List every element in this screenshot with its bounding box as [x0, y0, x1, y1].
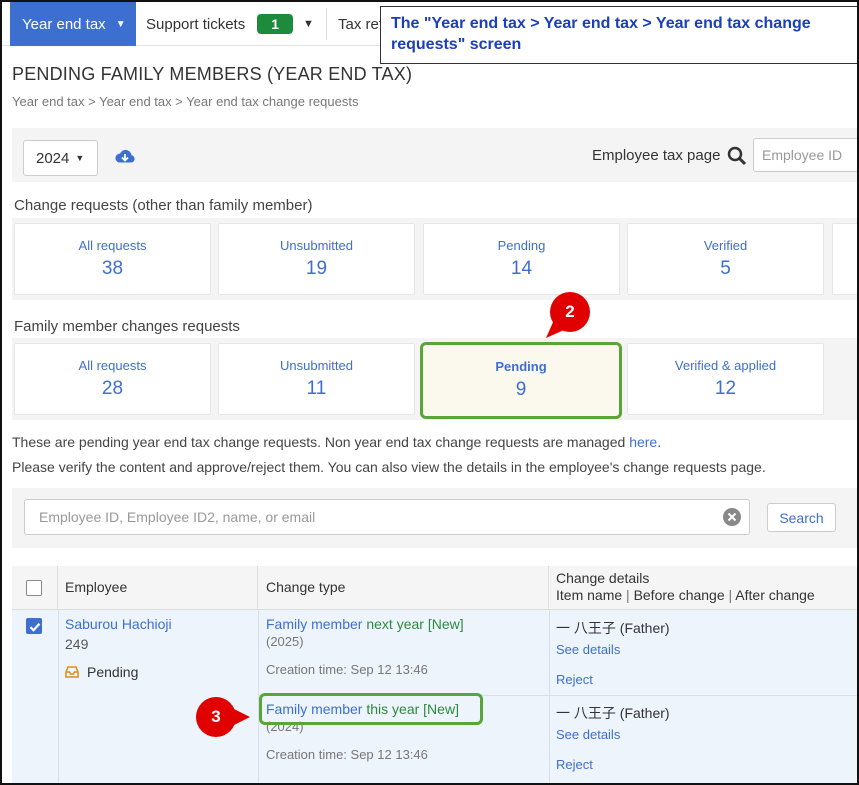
header-after-change: After change: [735, 587, 815, 603]
creation-time-2: Creation time: Sep 12 13:46: [266, 747, 428, 762]
highlight-box-change-type-2: [259, 693, 483, 725]
nav-support-label: Support tickets: [146, 15, 246, 33]
support-count-badge: 1: [257, 14, 294, 34]
card-label: Pending: [497, 238, 546, 253]
creation-time-1: Creation time: Sep 12 13:46: [266, 662, 428, 677]
inbox-icon: [65, 666, 79, 678]
header-change-type: Change type: [258, 566, 549, 610]
caret-down-icon: ▼: [75, 153, 85, 163]
card-label: Pending: [495, 359, 547, 374]
nav-tax-returns[interactable]: Tax ret: [338, 2, 383, 46]
page-title: PENDING FAMILY MEMBERS (YEAR END TAX): [12, 64, 413, 84]
breadcrumb: Year end tax > Year end tax > Year end t…: [12, 94, 359, 109]
nav-year-end-tax[interactable]: Year end tax ▼: [10, 2, 136, 46]
caret-down-icon[interactable]: ▼: [303, 18, 314, 30]
family-card-all[interactable]: All requests 28: [14, 343, 211, 415]
card-count: 38: [101, 258, 124, 279]
year-select-value: 2024: [36, 149, 70, 167]
detail-item-2: 一 八王子 (Father): [556, 703, 670, 723]
change-type-1-b: next year: [366, 616, 424, 632]
family-card-unsubmitted[interactable]: Unsubmitted 11: [218, 343, 415, 415]
year-select[interactable]: 2024 ▼: [23, 140, 98, 176]
change-requests-label: Change requests (other than family membe…: [14, 197, 313, 214]
header-details-line1: Change details: [556, 570, 650, 586]
header-select-cell: [12, 566, 58, 610]
header-item-name: Item name: [556, 587, 623, 603]
nav-support-tickets[interactable]: Support tickets 1 ▼: [146, 2, 314, 46]
header-change-details: Change details Item name | Before change…: [549, 566, 857, 610]
employee-status: Pending: [87, 664, 139, 680]
card-label: Verified & applied: [674, 358, 777, 373]
card-count: 14: [510, 258, 533, 279]
card-label: All requests: [78, 238, 147, 253]
reject-link-1[interactable]: Reject: [556, 672, 593, 687]
change-type-1-a: Family member: [266, 616, 363, 632]
cloud-download-icon[interactable]: [114, 148, 136, 166]
header-separator: |: [626, 587, 630, 603]
card-label: All requests: [78, 358, 147, 373]
see-details-link-2[interactable]: See details: [556, 727, 620, 742]
family-requests-label: Family member changes requests: [14, 318, 240, 335]
change-card-pending[interactable]: Pending 14: [423, 223, 620, 295]
header-employee-label: Employee: [65, 579, 128, 595]
header-change-type-label: Change type: [266, 579, 346, 595]
card-count: 12: [714, 378, 737, 399]
card-label: Unsubmitted: [280, 358, 353, 373]
card-count: 11: [306, 378, 327, 399]
caret-down-icon: ▼: [115, 18, 126, 30]
change-card-partial[interactable]: [832, 223, 857, 295]
clear-icon[interactable]: [722, 507, 742, 527]
card-count: 9: [515, 379, 527, 400]
search-button[interactable]: Search: [767, 503, 836, 532]
info-line-1: These are pending year end tax change re…: [12, 434, 661, 450]
change-card-unsubmitted[interactable]: Unsubmitted 19: [218, 223, 415, 295]
change-type-1-tag: [New]: [427, 616, 464, 632]
here-link[interactable]: here: [629, 434, 657, 450]
employee-id-input[interactable]: [753, 138, 857, 172]
employee-tax-page-label: Employee tax page: [592, 147, 721, 164]
family-card-pending[interactable]: Pending 9: [420, 342, 622, 419]
nav-tax-label: Tax ret: [338, 15, 384, 33]
info-line-1-text: These are pending year end tax change re…: [12, 434, 630, 450]
info-line-1-suffix: .: [657, 434, 662, 450]
card-count: 19: [305, 258, 328, 279]
annotation-callout: The "Year end tax > Year end tax > Year …: [380, 6, 857, 64]
nav-year-end-tax-label: Year end tax: [22, 15, 106, 33]
marker-2: 2: [565, 302, 575, 321]
search-input[interactable]: [24, 499, 750, 535]
header-employee: Employee: [58, 566, 258, 610]
change-year-1: (2025): [266, 634, 304, 649]
detail-item-1-name: 一 八王子: [556, 620, 616, 636]
search-icon[interactable]: [727, 146, 747, 166]
info-line-2: Please verify the content and approve/re…: [12, 459, 766, 475]
screen-frame: Year end tax ▼ Support tickets 1 ▼ Tax r…: [0, 0, 859, 785]
change-card-verified[interactable]: Verified 5: [627, 223, 824, 295]
nav-divider: [326, 8, 327, 40]
header-separator: |: [728, 587, 733, 603]
marker-3: 3: [211, 707, 221, 726]
detail-item-2-name: 一 八王子: [556, 705, 616, 721]
see-details-link-1[interactable]: See details: [556, 642, 620, 657]
check-icon: [29, 622, 41, 632]
select-all-checkbox[interactable]: [26, 580, 42, 596]
change-type-1[interactable]: Family member next year [New]: [266, 616, 464, 632]
card-count: 5: [720, 258, 731, 279]
row-checkbox[interactable]: [26, 618, 42, 634]
card-label: Unsubmitted: [280, 238, 353, 253]
requests-table: Employee Change type Change details Item…: [12, 566, 857, 783]
cell-divider: [549, 610, 550, 783]
employee-id: 249: [65, 636, 89, 652]
cell-divider: [58, 610, 59, 783]
header-before-change: Before change: [633, 587, 725, 603]
reject-link-2[interactable]: Reject: [556, 757, 593, 772]
card-label: Verified: [703, 238, 748, 253]
family-card-verified-applied[interactable]: Verified & applied 12: [627, 343, 824, 415]
detail-item-1: 一 八王子 (Father): [556, 618, 670, 638]
card-count: 28: [101, 378, 124, 399]
detail-item-2-relation: (Father): [619, 705, 670, 721]
header-details-line2: Item name | Before change | After change: [556, 587, 815, 603]
employee-name-link[interactable]: Saburou Hachioji: [65, 616, 172, 632]
detail-item-1-relation: (Father): [619, 620, 670, 636]
change-card-all[interactable]: All requests 38: [14, 223, 211, 295]
